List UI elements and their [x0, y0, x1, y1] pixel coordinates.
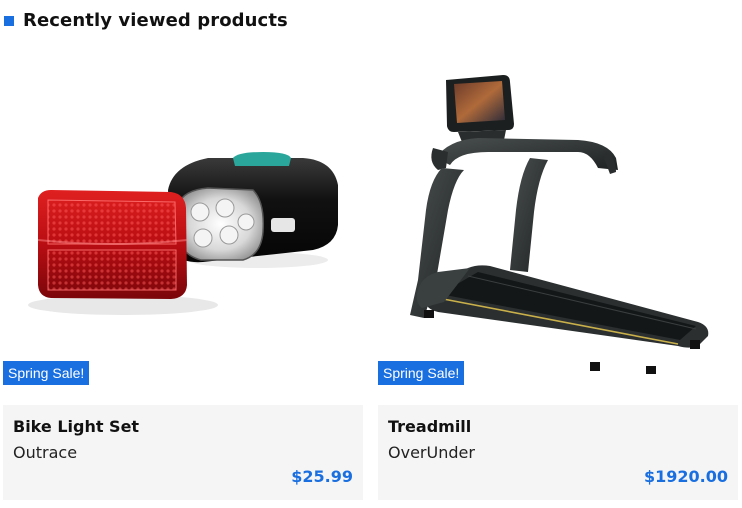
product-info: Treadmill OverUnder $1920.00: [378, 405, 738, 500]
product-price: $1920.00: [643, 467, 728, 486]
bike-light-image: [28, 152, 338, 315]
recently-viewed-page: Recently viewed products Spring Sale! Bi…: [0, 0, 742, 508]
product-brand: OverUnder: [388, 443, 475, 462]
sale-badge: Spring Sale!: [3, 361, 90, 385]
treadmill-image: [410, 75, 709, 374]
section-bullet-icon: [4, 16, 14, 26]
sale-badge: Spring Sale!: [378, 361, 465, 385]
product-info: Bike Light Set Outrace $25.99: [3, 405, 363, 500]
section-header: Recently viewed products: [4, 8, 288, 32]
product-brand: Outrace: [13, 443, 78, 462]
product-card-treadmill[interactable]: Spring Sale! Treadmill OverUnder $1920.0…: [378, 40, 738, 500]
section-title: Recently viewed products: [23, 9, 288, 31]
product-image[interactable]: [378, 40, 738, 390]
product-name[interactable]: Treadmill: [388, 417, 471, 436]
product-price: $25.99: [291, 467, 353, 486]
product-card-bike-light[interactable]: Spring Sale! Bike Light Set Outrace $25.…: [3, 40, 363, 500]
product-image[interactable]: [3, 40, 363, 390]
product-name[interactable]: Bike Light Set: [13, 417, 139, 436]
